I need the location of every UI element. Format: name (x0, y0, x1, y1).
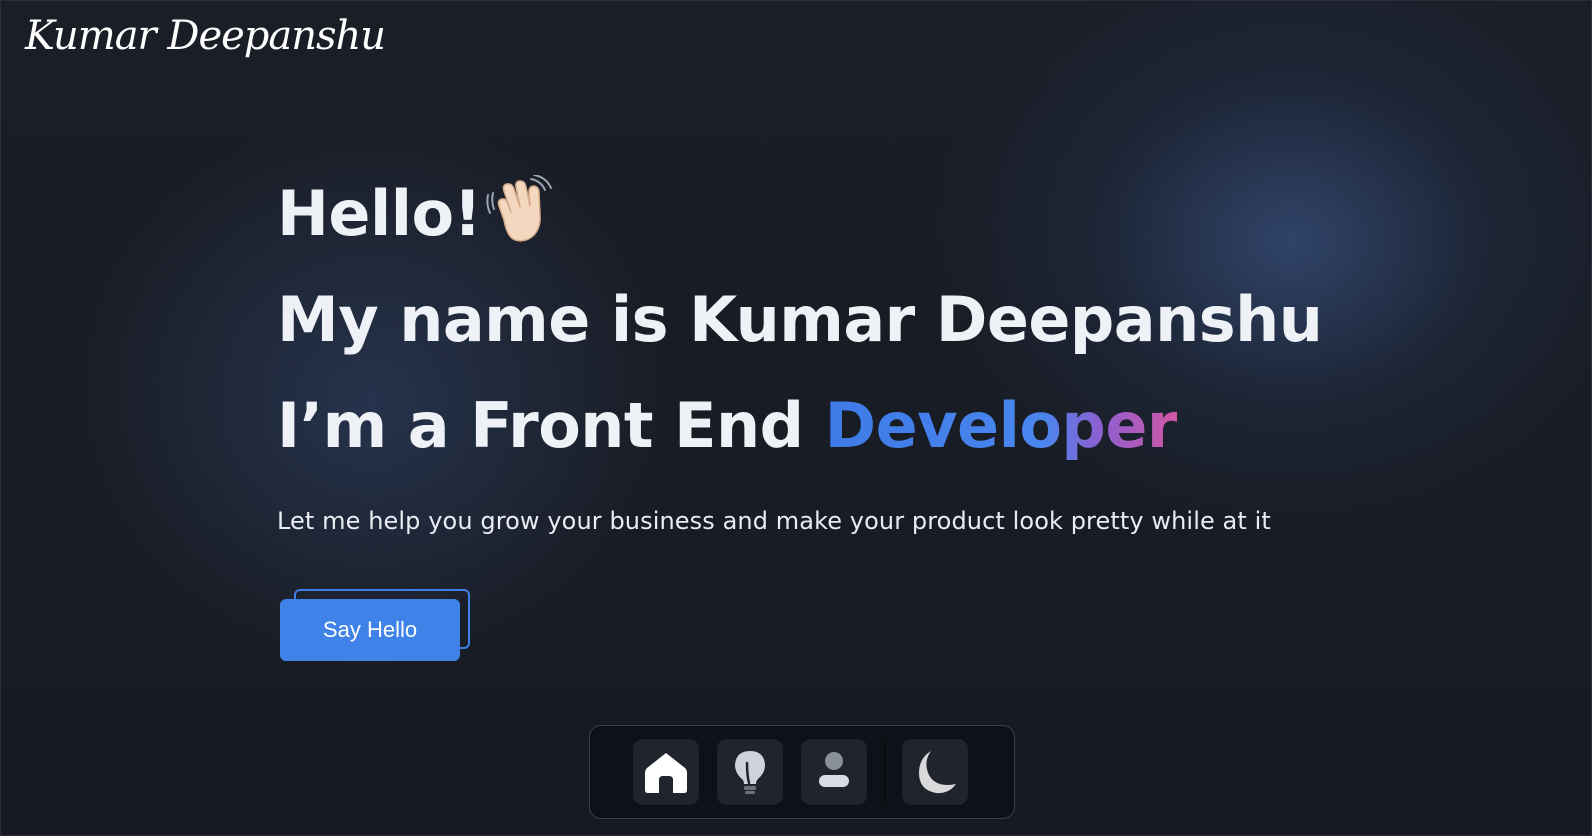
nav-skills-button[interactable] (717, 739, 783, 805)
portfolio-page: Kumar Deepanshu Hello! My name is Kumar … (0, 0, 1592, 836)
name-line: My name is Kumar Deepanshu (277, 283, 1323, 356)
bottom-nav-dock (589, 725, 1015, 819)
user-icon (819, 752, 849, 787)
lightbulb-icon (735, 751, 765, 794)
greeting-line: Hello! (277, 161, 1427, 267)
theme-toggle-button[interactable] (902, 739, 968, 805)
nav-home-button[interactable] (633, 739, 699, 805)
moon-icon (919, 751, 956, 794)
nav-about-button[interactable] (801, 739, 867, 805)
say-hello-button[interactable]: Say Hello (280, 599, 460, 661)
greeting-text: Hello! (277, 177, 482, 250)
say-hello-cta: Say Hello (280, 589, 475, 665)
dock-divider (884, 741, 886, 803)
role-prefix: I’m a Front End (277, 389, 825, 462)
role-highlight: Developer (824, 389, 1178, 462)
hero-section: Hello! My name is Kumar Deepanshu I’m a … (277, 161, 1427, 535)
role-line: I’m a Front End Developer (277, 373, 1427, 479)
site-logo[interactable]: Kumar Deepanshu (25, 13, 386, 59)
tagline: Let me help you grow your business and m… (277, 507, 1271, 535)
waving-hand-icon (485, 171, 555, 242)
home-icon (645, 753, 687, 793)
